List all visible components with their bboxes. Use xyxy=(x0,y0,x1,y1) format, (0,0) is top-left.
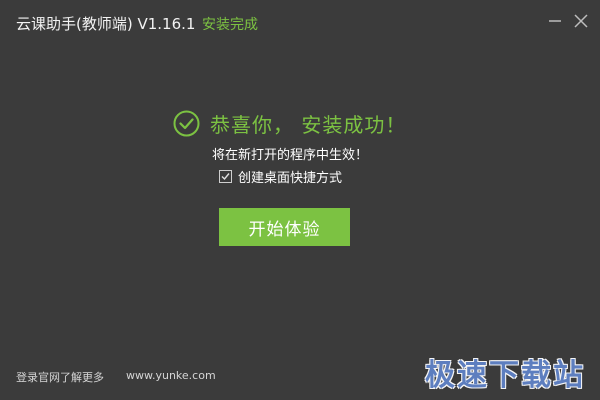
shortcut-checkbox[interactable] xyxy=(219,169,232,183)
minimize-button[interactable] xyxy=(546,12,564,30)
watermark-logo: 极速下载站 xyxy=(425,358,585,393)
close-icon xyxy=(574,14,588,28)
effect-note: 将在新打开的程序中生效！ xyxy=(212,148,369,163)
minimize-icon xyxy=(549,20,561,22)
title-bar: 云课助手(教师端) V1.16.1 安装完成 xyxy=(0,0,600,44)
website-link[interactable]: www.yunke.com xyxy=(126,369,216,382)
create-shortcut-option[interactable]: 创建桌面快捷方式 xyxy=(219,167,343,186)
app-title: 云课助手(教师端) V1.16.1 xyxy=(16,15,196,33)
success-row: 恭喜你， 安装成功！ xyxy=(173,108,406,138)
start-button[interactable]: 开始体验 xyxy=(219,208,350,246)
close-button[interactable] xyxy=(572,12,590,30)
checkmark-icon xyxy=(221,172,230,180)
check-circle-icon xyxy=(173,110,200,136)
shortcut-label: 创建桌面快捷方式 xyxy=(238,170,343,186)
learn-more-link[interactable]: 登录官网了解更多 xyxy=(16,369,104,385)
success-message: 恭喜你， 安装成功！ xyxy=(210,112,407,137)
install-status: 安装完成 xyxy=(202,17,258,33)
